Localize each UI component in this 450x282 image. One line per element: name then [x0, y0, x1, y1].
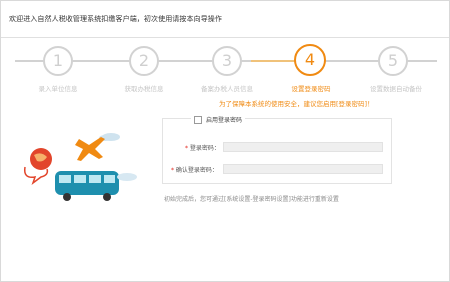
password-form: 启用登录密码 * 登录密码： * 确认登录密码：: [162, 115, 392, 184]
step-4-circle: 4: [294, 44, 326, 76]
travel-illustration-icon: [23, 133, 137, 201]
step-1-label: 录入单位信息: [38, 85, 78, 93]
step-track-pending: [309, 60, 437, 62]
confirm-label-wrap: * 确认登录密码：: [171, 165, 218, 174]
title-divider: [1, 37, 449, 38]
step-5-circle: 5: [378, 46, 408, 76]
confirm-password-label: 确认登录密码：: [175, 167, 218, 174]
wizard-window: 欢迎进入自然人税收管理系统扣缴客户端，初次使用请按本向导操作 1 2 3 4 5…: [0, 0, 450, 282]
enable-password-label: 启用登录密码: [206, 117, 243, 124]
step-3-label: 备案办税人员信息: [201, 85, 253, 93]
step-4-label: 设置登录密码: [291, 85, 331, 93]
step-2-label: 获取办税信息: [124, 85, 164, 93]
security-notice: 为了保障本系统的使用安全，建议您启用[登录密码]！: [219, 100, 374, 108]
enable-password-checkbox[interactable]: [194, 115, 202, 124]
enable-password-row[interactable]: 启用登录密码: [191, 115, 246, 124]
reset-tip: 初始完成后，您可通过[系统设置-登录密码设置]功能进行重新设置: [164, 196, 339, 203]
confirm-password-input[interactable]: [223, 164, 383, 174]
step-2-circle: 2: [129, 46, 159, 76]
required-marker: *: [185, 145, 188, 152]
password-input[interactable]: [223, 142, 383, 152]
step-1-circle: 1: [43, 46, 73, 76]
step-3-circle: 3: [212, 46, 242, 76]
step-5-label: 设置数据自动备份: [370, 85, 422, 93]
wizard-title: 欢迎进入自然人税收管理系统扣缴客户端，初次使用请按本向导操作: [9, 15, 222, 23]
password-label: 登录密码：: [189, 145, 220, 152]
required-marker: *: [171, 167, 174, 174]
password-label-wrap: * 登录密码：: [185, 143, 220, 152]
